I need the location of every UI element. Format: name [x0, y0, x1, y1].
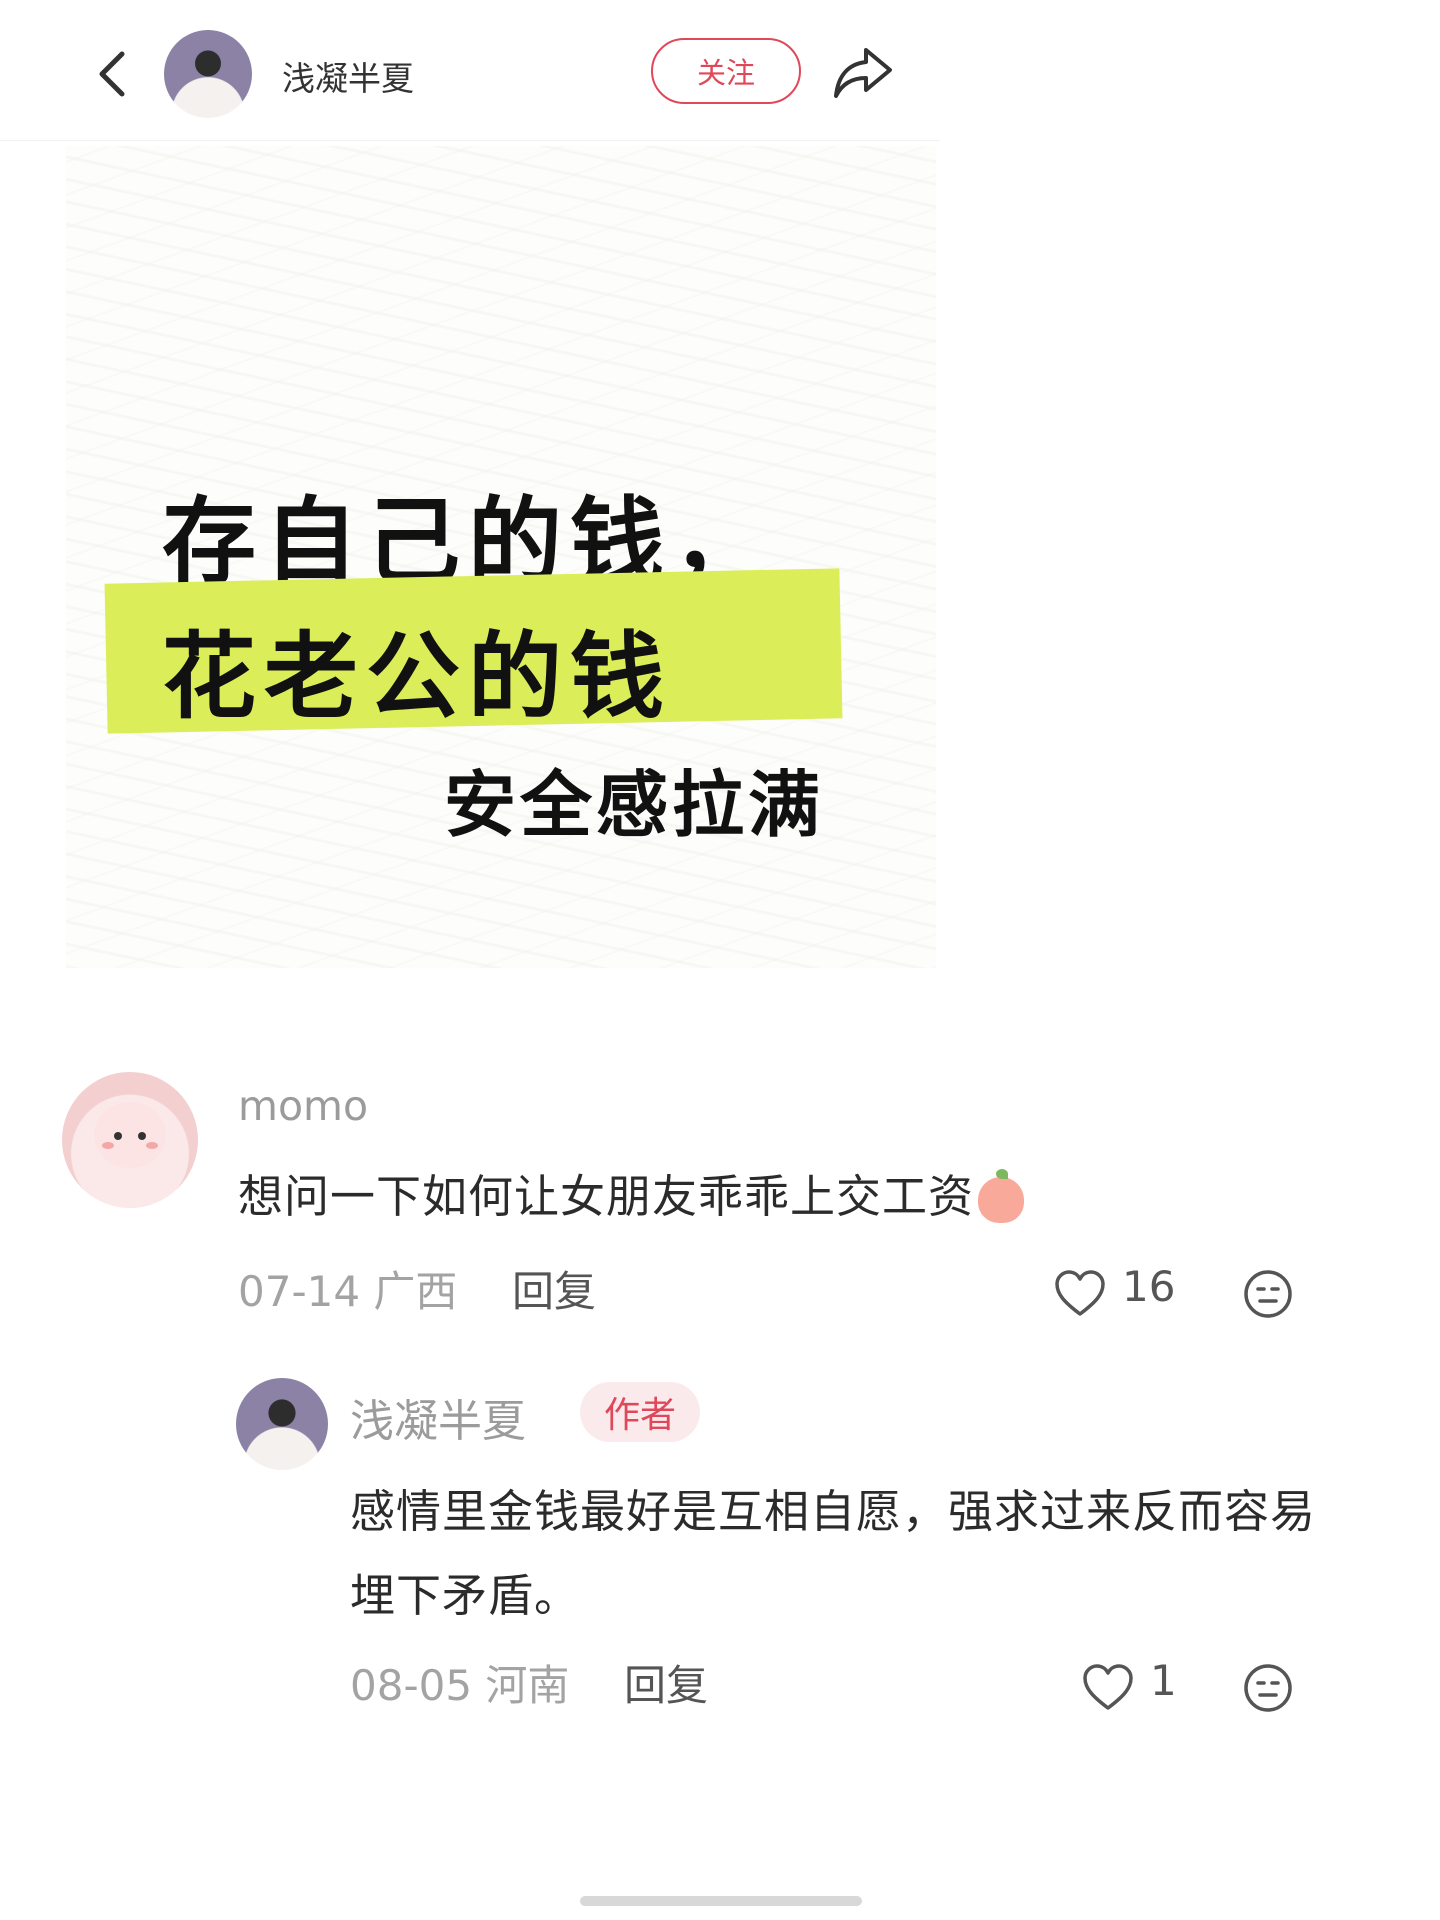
heart-icon[interactable] [1082, 1664, 1134, 1712]
avatar-blush [102, 1142, 114, 1149]
comment-like-count: 16 [1122, 1262, 1176, 1311]
cover-text-line3: 安全感拉满 [444, 763, 825, 847]
commenter-avatar[interactable] [62, 1072, 198, 1208]
comment-reply-button[interactable]: 回复 [512, 1258, 596, 1319]
reply-date-location: 08-05 河南 [350, 1661, 570, 1710]
reply-author-name[interactable]: 浅凝半夏 [350, 1385, 526, 1449]
share-icon[interactable] [832, 44, 894, 100]
emoji-icon[interactable] [1242, 1268, 1294, 1320]
top-bar: 浅凝半夏 关注 [0, 0, 940, 141]
comment-date-location: 07-14 广西 [238, 1267, 458, 1316]
avatar-face [94, 1102, 166, 1168]
comment-text[interactable]: 想问一下如何让女朋友乖乖上交工资 [238, 1160, 1025, 1225]
home-indicator [580, 1896, 862, 1906]
peach-emoji-icon [978, 1169, 1025, 1223]
reply-like-count: 1 [1150, 1656, 1177, 1705]
reply-reply-button[interactable]: 回复 [624, 1652, 708, 1713]
author-badge: 作者 [580, 1382, 700, 1442]
author-name[interactable]: 浅凝半夏 [282, 52, 414, 100]
avatar-blush [146, 1142, 158, 1149]
avatar-eye [114, 1132, 122, 1140]
note-cover-image[interactable]: 存自己的钱， 花老公的钱 安全感拉满 [66, 146, 936, 968]
back-arrow-icon[interactable] [92, 48, 132, 100]
follow-button[interactable]: 关注 [651, 38, 801, 104]
reply-text[interactable]: 感情里金钱最好是互相自愿，强求过来反而容易埋下矛盾。 [350, 1470, 1330, 1638]
emoji-icon[interactable] [1242, 1662, 1294, 1714]
avatar-eye [138, 1132, 146, 1140]
author-avatar[interactable] [164, 30, 252, 118]
cover-text-line2: 花老公的钱 [162, 623, 673, 732]
commenter-name[interactable]: momo [238, 1082, 368, 1130]
reply-author-avatar[interactable] [236, 1378, 328, 1470]
comment-text-body: 想问一下如何让女朋友乖乖上交工资 [238, 1170, 975, 1223]
heart-icon[interactable] [1054, 1270, 1106, 1318]
